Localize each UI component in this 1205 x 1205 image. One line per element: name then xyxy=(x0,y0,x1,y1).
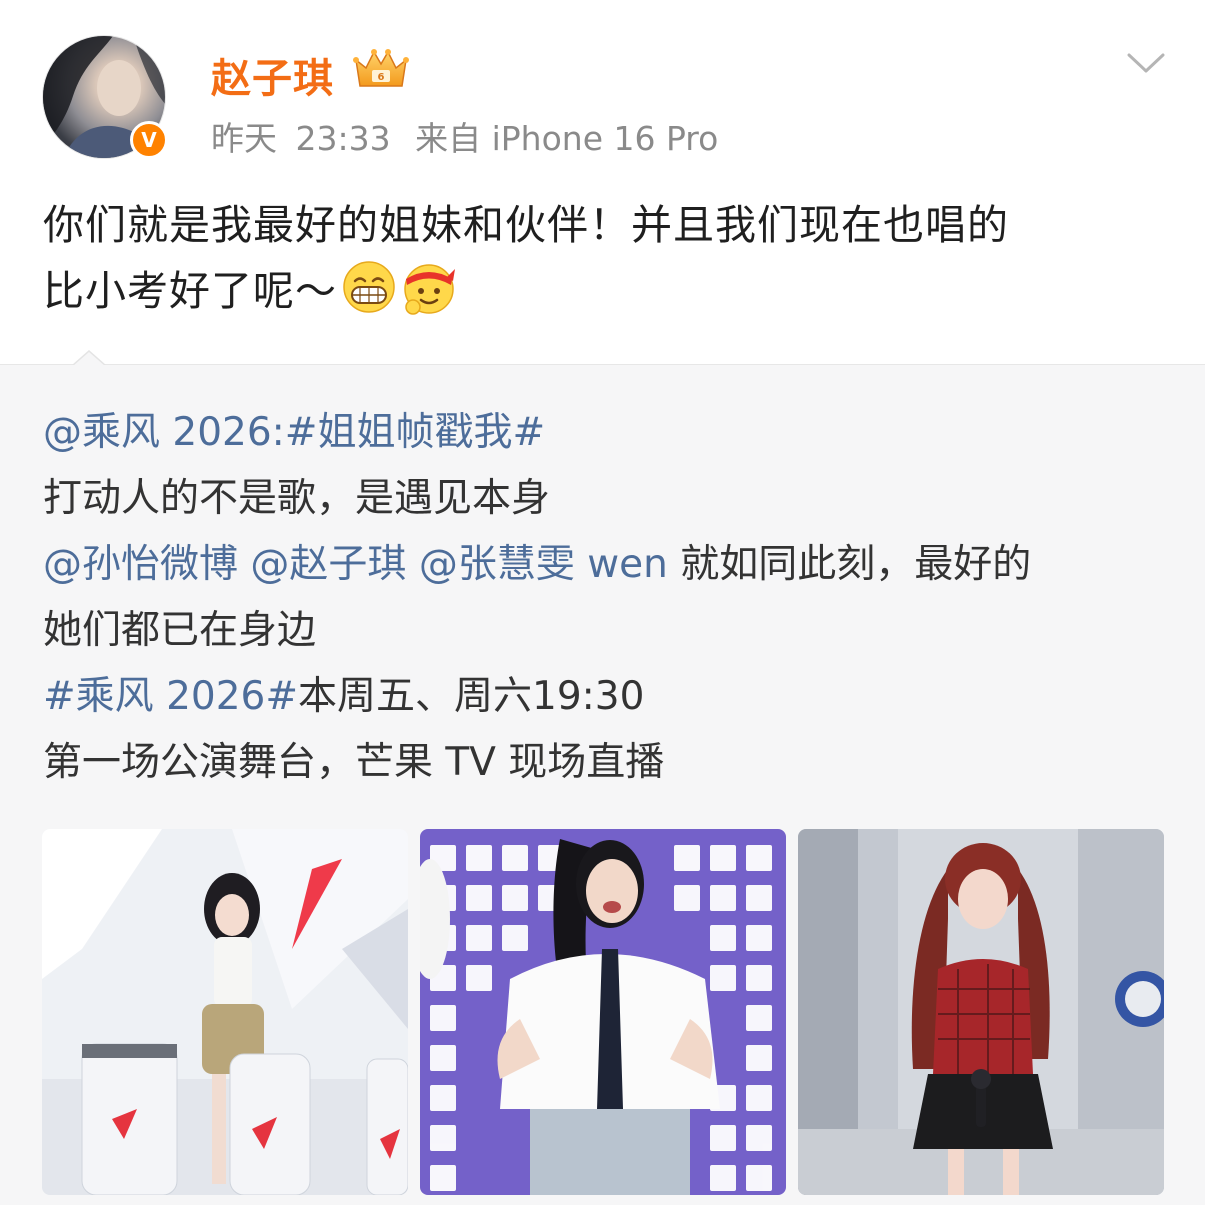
chevron-down-icon[interactable] xyxy=(1126,50,1166,76)
photo-thumbnail-3[interactable] xyxy=(798,829,1164,1195)
repost-line-4: 她们都已在身边 xyxy=(43,608,317,653)
repost-colon: : xyxy=(271,410,285,455)
photo-grid xyxy=(42,829,1164,1195)
post-text-line-2-text: 比小考好了呢～ xyxy=(43,267,337,315)
grin-emoji-icon xyxy=(343,261,395,313)
repost-notch-inner xyxy=(73,352,105,366)
hashtag-link-1[interactable]: #姐姐帧戳我# xyxy=(285,410,545,455)
repost-content: @乘风 2026:#姐姐帧戳我# 打动人的不是歌，是遇见本身 @孙怡微博 @赵子… xyxy=(43,400,1173,796)
mention-link-3[interactable]: @张慧雯 wen xyxy=(419,542,668,587)
mention-link-1[interactable]: @孙怡微博 xyxy=(43,542,238,587)
svg-text:6: 6 xyxy=(378,72,385,83)
hashtag-link-2[interactable]: #乘风 2026# xyxy=(43,674,298,719)
repost-line-3-tail: 就如同此刻，最好的 xyxy=(667,542,1032,587)
photo-thumbnail-1[interactable] xyxy=(42,829,408,1195)
photo-thumbnail-2[interactable] xyxy=(420,829,786,1195)
crown-badge-icon[interactable]: 6 xyxy=(352,46,410,92)
repost-line-2: 打动人的不是歌，是遇见本身 xyxy=(43,476,551,521)
mention-link-2[interactable]: @赵子琪 xyxy=(250,542,406,587)
post-text-line-1: 你们就是我最好的姐妹和伙伴！并且我们现在也唱的 xyxy=(43,201,1009,249)
post-content: 你们就是我最好的姐妹和伙伴！并且我们现在也唱的 比小考好了呢～ xyxy=(43,192,1163,324)
username[interactable]: 赵子琪 xyxy=(211,46,334,104)
repost-line-5-tail: 本周五、周六19:30 xyxy=(298,674,645,719)
headband-emoji-icon xyxy=(404,264,455,315)
repost-line-1: @乘风 2026:#姐姐帧戳我# xyxy=(43,400,1173,466)
avatar[interactable]: V xyxy=(42,35,168,161)
repost-line-5: #乘风 2026#本周五、周六19:30 xyxy=(43,664,1173,730)
post-day: 昨天 xyxy=(211,119,277,158)
post-meta: 昨天 23:33 来自 iPhone 16 Pro xyxy=(211,112,718,160)
post-time: 23:33 xyxy=(295,119,391,158)
repost-line-3: @孙怡微博 @赵子琪 @张慧雯 wen 就如同此刻，最好的 xyxy=(43,532,1173,598)
post-source[interactable]: 来自 iPhone 16 Pro xyxy=(415,119,718,158)
repost-author-link[interactable]: @乘风 2026 xyxy=(43,410,272,455)
verified-badge-icon: V xyxy=(130,121,168,159)
post-text-line-2: 比小考好了呢～ xyxy=(43,258,1163,324)
weibo-post: V 赵子琪 6 昨天 23:33 来自 iPhone 16 Pro 你们就是我最… xyxy=(0,0,1205,1205)
repost-line-6: 第一场公演舞台，芒果 TV 现场直播 xyxy=(43,740,665,785)
